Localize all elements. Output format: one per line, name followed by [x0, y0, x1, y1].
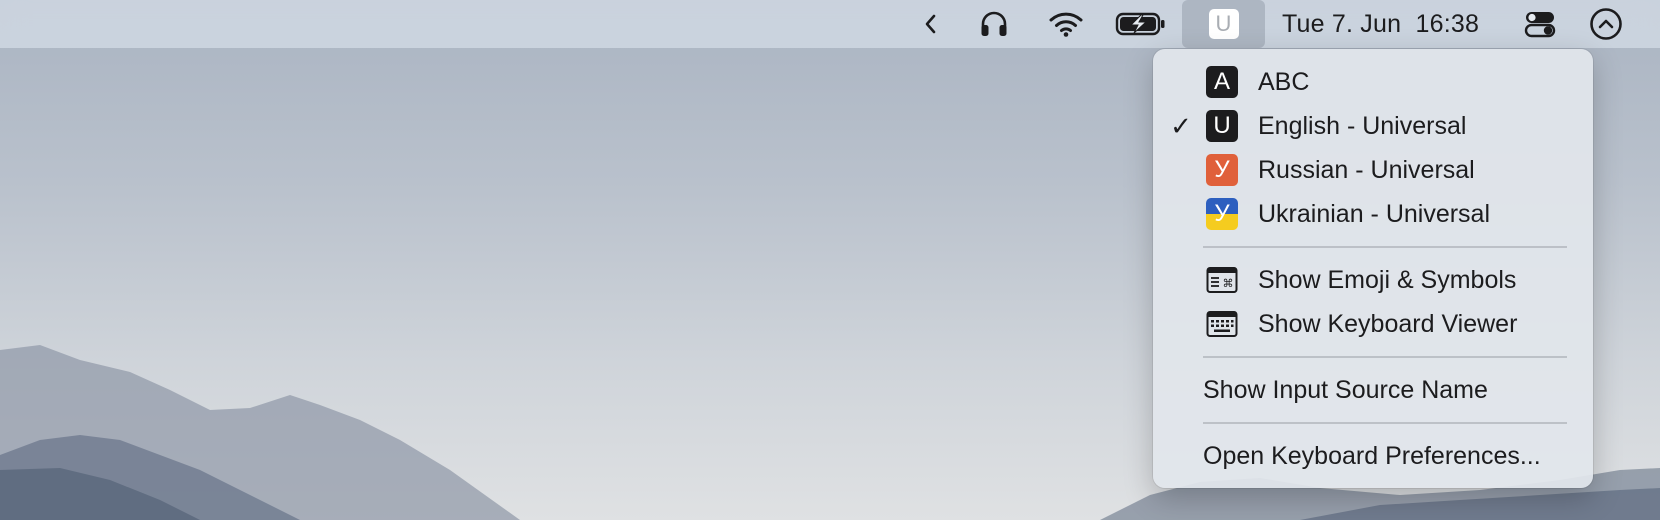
menu-separator	[1203, 422, 1567, 424]
chevron-left-icon[interactable]	[915, 0, 945, 48]
menu-item-open-keyboard-preferences[interactable]: Open Keyboard Preferences...	[1153, 434, 1593, 478]
menu-item-english-universal[interactable]: ✓ U English - Universal	[1153, 104, 1593, 148]
headphones-icon[interactable]	[976, 0, 1012, 48]
control-center-icon[interactable]	[1522, 0, 1558, 48]
menu-item-show-keyboard-viewer[interactable]: Show Keyboard Viewer	[1153, 302, 1593, 346]
input-badge: U	[1208, 9, 1239, 39]
siri-icon[interactable]	[1586, 0, 1626, 48]
svg-text:⌘: ⌘	[1223, 277, 1234, 290]
menu-item-show-input-source-name[interactable]: Show Input Source Name	[1153, 368, 1593, 412]
menu-item-label: Show Input Source Name	[1203, 375, 1488, 404]
menu-item-abc[interactable]: A ABC	[1153, 60, 1593, 104]
russian-source-icon: У	[1206, 154, 1238, 186]
emoji-symbols-icon: ⌘	[1206, 267, 1238, 293]
menu-item-label: Russian - Universal	[1258, 155, 1475, 184]
menu-item-label: ABC	[1258, 67, 1310, 96]
menu-item-show-emoji-symbols[interactable]: ⌘ Show Emoji & Symbols	[1153, 258, 1593, 302]
menu-item-ukrainian-universal[interactable]: У Ukrainian - Universal	[1153, 192, 1593, 236]
menu-bar-clock[interactable]: Tue 7. Jun 16:38	[1282, 0, 1492, 48]
checkmark-icon: ✓	[1170, 110, 1192, 141]
wifi-icon[interactable]	[1047, 0, 1085, 48]
input-source-menu: A ABC ✓ U English - Universal У Russian …	[1153, 49, 1593, 488]
menu-item-label: English - Universal	[1258, 111, 1467, 140]
menu-item-label: Ukrainian - Universal	[1258, 199, 1491, 228]
battery-charging-icon[interactable]	[1115, 0, 1167, 48]
input-source-icon[interactable]: U	[1182, 0, 1265, 48]
menu-separator	[1203, 246, 1567, 248]
menu-item-russian-universal[interactable]: У Russian - Universal	[1153, 148, 1593, 192]
ukrainian-flag-icon: У	[1206, 198, 1238, 230]
english-source-icon: U	[1206, 110, 1238, 142]
abc-source-icon: A	[1206, 66, 1238, 98]
menu-item-label: Open Keyboard Preferences...	[1203, 441, 1541, 470]
menu-item-label: Show Keyboard Viewer	[1258, 309, 1518, 338]
keyboard-viewer-icon	[1206, 311, 1238, 337]
menu-bar: U Tue 7. Jun 16:38	[0, 0, 1660, 48]
menu-separator	[1203, 356, 1567, 358]
menu-item-label: Show Emoji & Symbols	[1258, 265, 1517, 294]
